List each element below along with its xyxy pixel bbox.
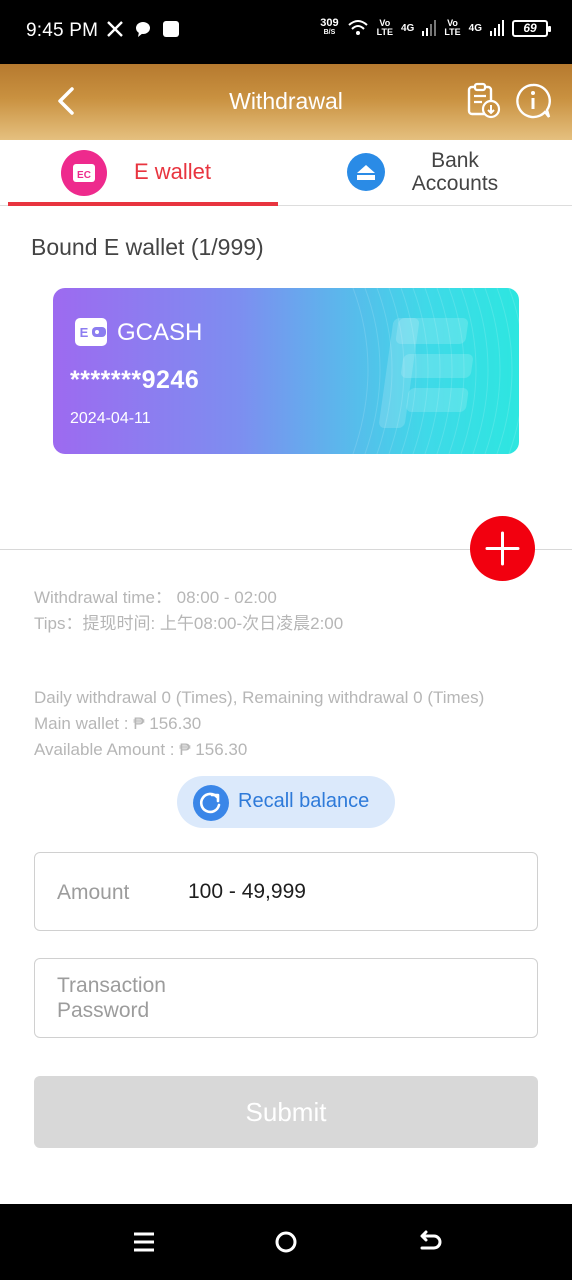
status-time: 9:45 PM	[26, 20, 99, 41]
recall-balance-button[interactable]: Recall balance	[177, 776, 395, 828]
volte-1-bottom: LTE	[376, 27, 393, 37]
wallet-name: GCASH	[117, 319, 203, 346]
wallet-tabs: EC E wallet Bank Accounts	[0, 140, 572, 206]
amount-field[interactable]: Amount 100 - 49,999	[34, 852, 538, 931]
wallet-bound-date: 2024-04-11	[70, 410, 151, 427]
transaction-password-field[interactable]: Transaction Password	[34, 958, 538, 1038]
net-speed: 309 B/S	[320, 18, 338, 38]
home-icon[interactable]	[272, 1228, 300, 1256]
main-wallet-text: Main wallet : ₱ 156.30	[34, 714, 202, 733]
daily-withdrawal-text: Daily withdrawal 0 (Times), Remaining wi…	[34, 688, 485, 707]
network-gen-1: 4G	[400, 22, 415, 34]
tab-bank-accounts-label: Bank Accounts	[411, 149, 499, 195]
battery-indicator: 69	[512, 19, 551, 37]
app-header: Withdrawal	[0, 64, 572, 140]
wallet-icon: E	[75, 318, 107, 346]
amount-label: Amount	[57, 881, 130, 904]
svg-text:E: E	[80, 325, 89, 340]
volte-1: Vo LTE	[377, 19, 393, 37]
amount-input[interactable]: 100 - 49,999	[188, 880, 306, 904]
app-square-icon	[163, 21, 179, 37]
e-wallet-tab-icon: EC	[61, 150, 107, 196]
signal-2-icon	[490, 20, 504, 36]
recents-icon[interactable]	[130, 1228, 158, 1256]
back-nav-icon[interactable]	[416, 1228, 444, 1256]
plus-icon	[485, 531, 520, 566]
tab-e-wallet[interactable]: EC E wallet	[8, 140, 278, 206]
refresh-icon	[193, 785, 229, 821]
recall-balance-label: Recall balance	[238, 790, 370, 812]
submit-button[interactable]: Submit	[34, 1076, 538, 1148]
svg-text:EC: EC	[77, 170, 91, 181]
bank-tab-icon	[347, 153, 385, 191]
tab-bank-accounts[interactable]: Bank Accounts	[290, 140, 572, 206]
signal-1-icon	[422, 20, 437, 36]
status-left-icons	[106, 20, 180, 38]
x-app-icon	[107, 21, 123, 37]
chat-bubble-icon	[136, 22, 150, 37]
tips-text: Tips：提现时间: 上午08:00-次日凌晨2:00	[34, 614, 344, 633]
system-nav-bar	[0, 1204, 572, 1280]
add-wallet-button[interactable]	[470, 516, 535, 581]
wallet-number: *******9246	[70, 366, 200, 394]
withdrawal-record-icon[interactable]	[464, 82, 502, 120]
info-icon[interactable]	[514, 82, 552, 120]
tab-e-wallet-label: E wallet	[134, 159, 212, 184]
net-speed-unit: B/S	[323, 29, 336, 36]
volte-2: Vo LTE	[444, 19, 460, 37]
bound-wallet-title: Bound E wallet (1/999)	[31, 234, 264, 260]
status-right-icons: 309 B/S Vo LTE 4G Vo LTE 4G 69	[320, 18, 551, 38]
available-amount-text: Available Amount : ₱ 156.30	[34, 740, 248, 759]
gcash-wallet-card[interactable]: E GCASH *******9246 2024-04-11	[53, 288, 519, 454]
transaction-password-label: Transaction Password	[57, 974, 166, 1022]
network-gen-2: 4G	[468, 22, 482, 34]
withdrawal-time-text: Withdrawal time： 08:00 - 02:00	[34, 588, 277, 607]
volte-2-bottom: LTE	[444, 27, 461, 37]
status-bar: 9:45 PM 309 B/S Vo LTE 4G Vo LTE 4G 69	[0, 0, 572, 64]
wifi-icon	[347, 20, 368, 35]
